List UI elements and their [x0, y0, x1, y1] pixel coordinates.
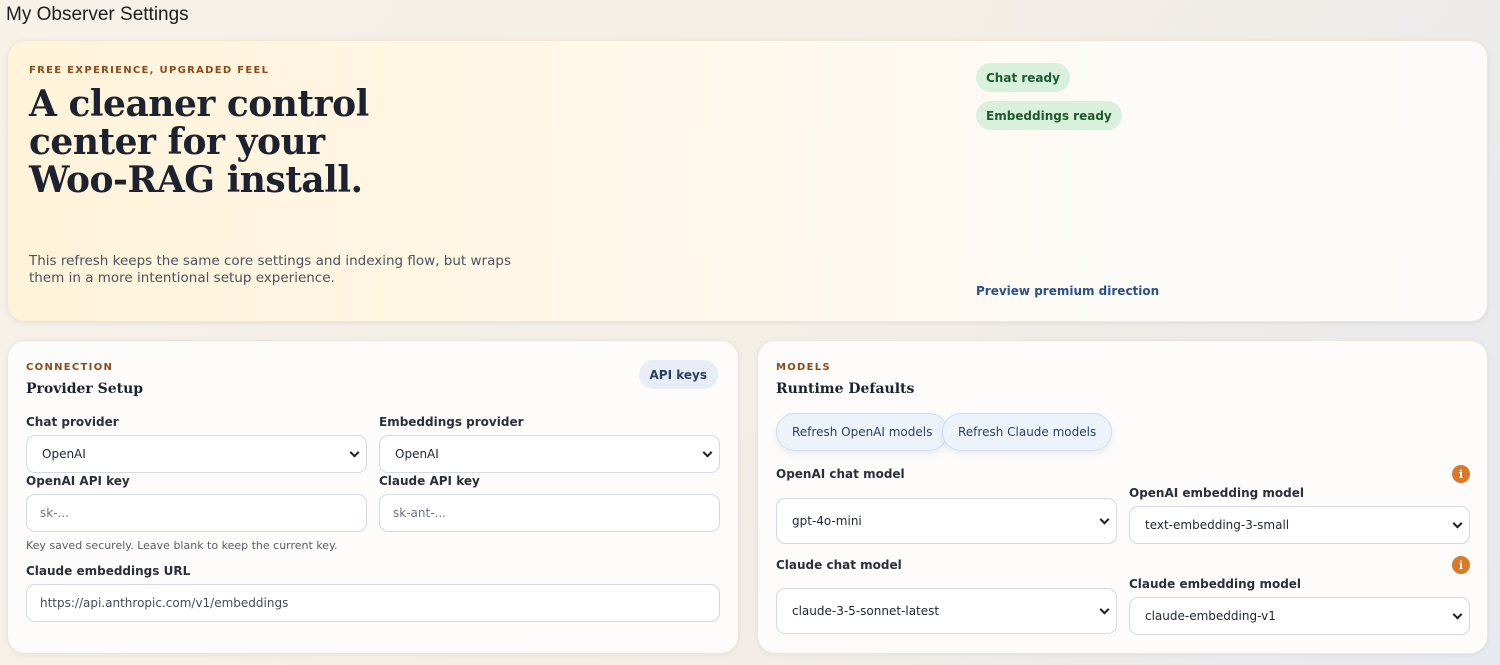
claude-chat-model-value: claude-3-5-sonnet-latest: [792, 604, 940, 618]
chevron-down-icon: [702, 447, 713, 458]
chevron-down-icon: [1099, 604, 1110, 615]
openai-key-label: OpenAI API key: [26, 474, 130, 488]
hero-eyebrow: FREE EXPERIENCE, UPGRADED FEEL: [29, 65, 270, 76]
embeddings-provider-label: Embeddings provider: [379, 415, 524, 429]
openai-chat-model-select[interactable]: gpt-4o-mini: [776, 498, 1117, 544]
api-keys-badge[interactable]: API keys: [638, 360, 718, 389]
chevron-down-icon: [349, 447, 360, 458]
refresh-claude-button[interactable]: Refresh Claude models: [942, 413, 1113, 451]
models-eyebrow: MODELS: [776, 362, 831, 373]
preview-premium-link[interactable]: Preview premium direction: [976, 284, 1159, 298]
chevron-down-icon: [1452, 518, 1463, 529]
connection-title: Provider Setup: [26, 381, 144, 397]
claude-url-value: https://api.anthropic.com/v1/embeddings: [40, 596, 289, 610]
hero-description: This refresh keeps the same core setting…: [29, 253, 511, 286]
openai-embedding-model-select[interactable]: text-embedding-3-small: [1129, 506, 1470, 544]
chat-status-badge: Chat ready: [976, 63, 1070, 92]
claude-embedding-model-value: claude-embedding-v1: [1145, 609, 1276, 623]
openai-chat-model-value: gpt-4o-mini: [792, 514, 862, 528]
page-title: My Observer Settings: [6, 4, 189, 25]
chevron-down-icon: [1099, 514, 1110, 525]
claude-key-input[interactable]: sk-ant-...: [379, 494, 720, 532]
openai-key-input[interactable]: sk-...: [26, 494, 367, 532]
embeddings-provider-select[interactable]: OpenAI: [379, 435, 720, 473]
info-icon[interactable]: i: [1452, 556, 1470, 574]
models-card: MODELS Runtime Defaults Refresh OpenAI m…: [757, 340, 1488, 654]
embeddings-status-badge: Embeddings ready: [976, 101, 1122, 130]
key-hint: Key saved securely. Leave blank to keep …: [26, 539, 338, 552]
hero-heading: A cleaner control center for your Woo-RA…: [29, 83, 369, 201]
claude-chat-model-label: Claude chat model: [776, 558, 902, 572]
claude-chat-model-select[interactable]: claude-3-5-sonnet-latest: [776, 588, 1117, 634]
claude-embedding-model-label: Claude embedding model: [1129, 577, 1302, 591]
hero-panel: FREE EXPERIENCE, UPGRADED FEEL A cleaner…: [7, 40, 1488, 322]
openai-key-placeholder: sk-...: [40, 506, 69, 520]
chat-provider-value: OpenAI: [42, 447, 86, 461]
connection-eyebrow: CONNECTION: [26, 362, 114, 373]
openai-embedding-model-value: text-embedding-3-small: [1145, 518, 1290, 532]
openai-embedding-model-label: OpenAI embedding model: [1129, 486, 1304, 500]
claude-url-label: Claude embeddings URL: [26, 564, 191, 578]
refresh-openai-button[interactable]: Refresh OpenAI models: [776, 413, 949, 451]
chevron-down-icon: [1452, 609, 1463, 620]
claude-url-input[interactable]: https://api.anthropic.com/v1/embeddings: [26, 584, 720, 622]
claude-key-placeholder: sk-ant-...: [393, 506, 446, 520]
embeddings-provider-value: OpenAI: [395, 447, 439, 461]
chat-provider-select[interactable]: OpenAI: [26, 435, 367, 473]
models-title: Runtime Defaults: [776, 381, 915, 397]
claude-key-label: Claude API key: [379, 474, 480, 488]
info-icon[interactable]: i: [1452, 465, 1470, 483]
claude-embedding-model-select[interactable]: claude-embedding-v1: [1129, 597, 1470, 635]
openai-chat-model-label: OpenAI chat model: [776, 467, 905, 481]
connection-card: CONNECTION Provider Setup API keys Chat …: [7, 340, 739, 654]
chat-provider-label: Chat provider: [26, 415, 119, 429]
